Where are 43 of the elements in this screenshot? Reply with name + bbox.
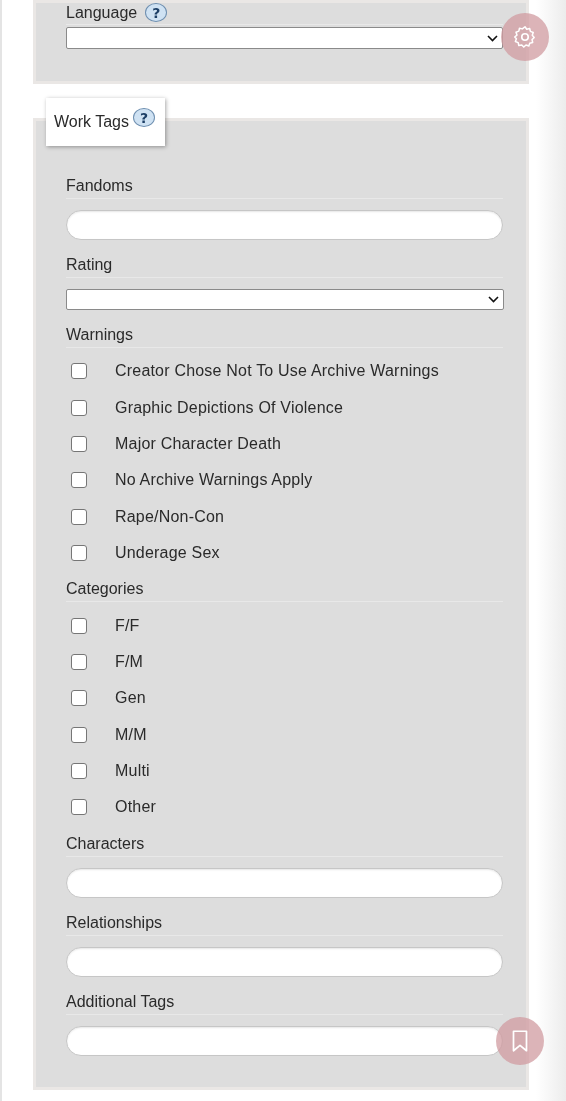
field-label: Categories bbox=[66, 579, 144, 600]
checkbox[interactable] bbox=[71, 726, 87, 743]
field-label: Rating bbox=[66, 255, 113, 275]
checkbox-label: Gen bbox=[115, 689, 146, 708]
field-label: Relationships bbox=[66, 912, 163, 933]
dropdown-field[interactable] bbox=[66, 27, 503, 49]
field-label: Warnings bbox=[66, 325, 133, 345]
checkbox[interactable] bbox=[71, 617, 87, 634]
checkbox[interactable] bbox=[71, 799, 87, 816]
checkbox[interactable] bbox=[71, 363, 87, 380]
checkbox[interactable] bbox=[71, 399, 87, 416]
checkbox-label: Creator Chose Not To Use Archive Warnings bbox=[115, 362, 439, 381]
help-button[interactable]: ? bbox=[145, 3, 168, 22]
field-label: Language bbox=[66, 4, 138, 21]
checkbox[interactable] bbox=[71, 508, 87, 525]
input-field[interactable] bbox=[66, 210, 503, 240]
checkbox-label: Graphic Depictions Of Violence bbox=[115, 398, 344, 417]
checkbox[interactable] bbox=[71, 653, 87, 670]
checkbox-label: Multi bbox=[115, 762, 150, 781]
caret-icon bbox=[487, 34, 498, 42]
checkbox[interactable] bbox=[71, 690, 87, 707]
checkbox-label: Major Character Death bbox=[115, 434, 282, 453]
checkbox-label: Underage Sex bbox=[115, 544, 220, 563]
checkbox[interactable] bbox=[71, 545, 87, 562]
field-label: Additional Tags bbox=[66, 991, 175, 1012]
checkbox[interactable] bbox=[71, 763, 87, 780]
field-label: Fandoms bbox=[66, 176, 133, 196]
input-field[interactable] bbox=[66, 946, 503, 977]
dropdown-field[interactable] bbox=[66, 289, 504, 310]
legend-title: Work Tags bbox=[54, 112, 129, 132]
checkbox-label: F/M bbox=[115, 652, 144, 671]
checkbox[interactable] bbox=[71, 435, 87, 452]
checkbox-label: F/F bbox=[115, 616, 140, 635]
checkbox-label: No Archive Warnings Apply bbox=[115, 471, 313, 490]
caret-icon bbox=[488, 296, 499, 303]
checkbox-label: M/M bbox=[115, 725, 147, 744]
settings-icon bbox=[512, 24, 538, 50]
input-field[interactable] bbox=[66, 867, 503, 898]
checkbox[interactable] bbox=[71, 472, 87, 489]
help-button[interactable]: ? bbox=[133, 108, 155, 127]
checkbox-label: Rape/Non-Con bbox=[115, 507, 225, 526]
field-label: Characters bbox=[66, 833, 145, 854]
checkbox-label: Other bbox=[115, 798, 156, 817]
